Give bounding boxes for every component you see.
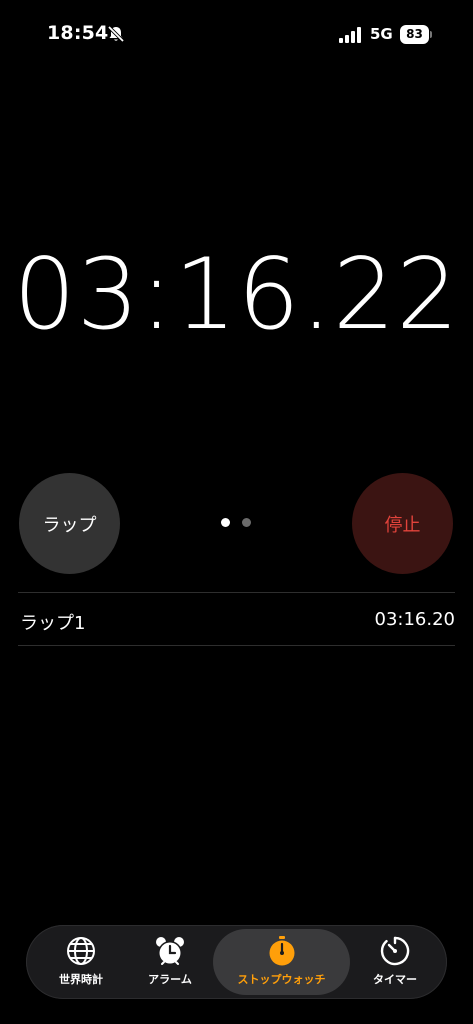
tab-bar: 世界時計 アラーム ストップウォッチ タイマー (26, 925, 447, 999)
alarm-clock-icon (156, 937, 184, 965)
stopwatch-time: 03:16.22 (13, 238, 460, 352)
tab-label: 世界時計 (59, 973, 103, 986)
lap-time: 03:16.20 (374, 609, 456, 630)
lap-row: ラップ1 03:16.20 (18, 593, 455, 645)
lap-button-label: ラップ (42, 514, 97, 536)
stop-button-label: 停止 (384, 514, 421, 536)
tab-world-clock[interactable]: 世界時計 (46, 925, 116, 999)
battery-level: 83 (400, 25, 429, 44)
status-bar: 18:54 5G 83 (0, 0, 473, 60)
tab-label: ストップウォッチ (237, 973, 326, 986)
stopwatch-icon (269, 936, 295, 966)
tab-stopwatch[interactable]: ストップウォッチ (213, 929, 350, 995)
timer-icon (380, 936, 410, 966)
page-dot-active (221, 518, 230, 527)
stop-button[interactable]: 停止 (352, 473, 453, 574)
tab-alarm[interactable]: アラーム (134, 925, 206, 999)
divider (18, 645, 455, 646)
battery-icon: 83 (400, 25, 432, 44)
cellular-signal-icon (339, 27, 361, 43)
page-indicator[interactable] (221, 518, 255, 528)
page-dot-inactive (242, 518, 251, 527)
globe-icon (67, 937, 95, 965)
tab-timer[interactable]: タイマー (359, 925, 431, 999)
lap-name: ラップ1 (20, 613, 86, 634)
tab-label: アラーム (148, 973, 192, 986)
status-time: 18:54 (47, 22, 109, 44)
lap-button[interactable]: ラップ (19, 473, 120, 574)
bell-muted-icon (107, 25, 125, 43)
tab-label: タイマー (373, 973, 417, 986)
battery-cap (430, 31, 432, 38)
network-type: 5G (370, 25, 393, 43)
